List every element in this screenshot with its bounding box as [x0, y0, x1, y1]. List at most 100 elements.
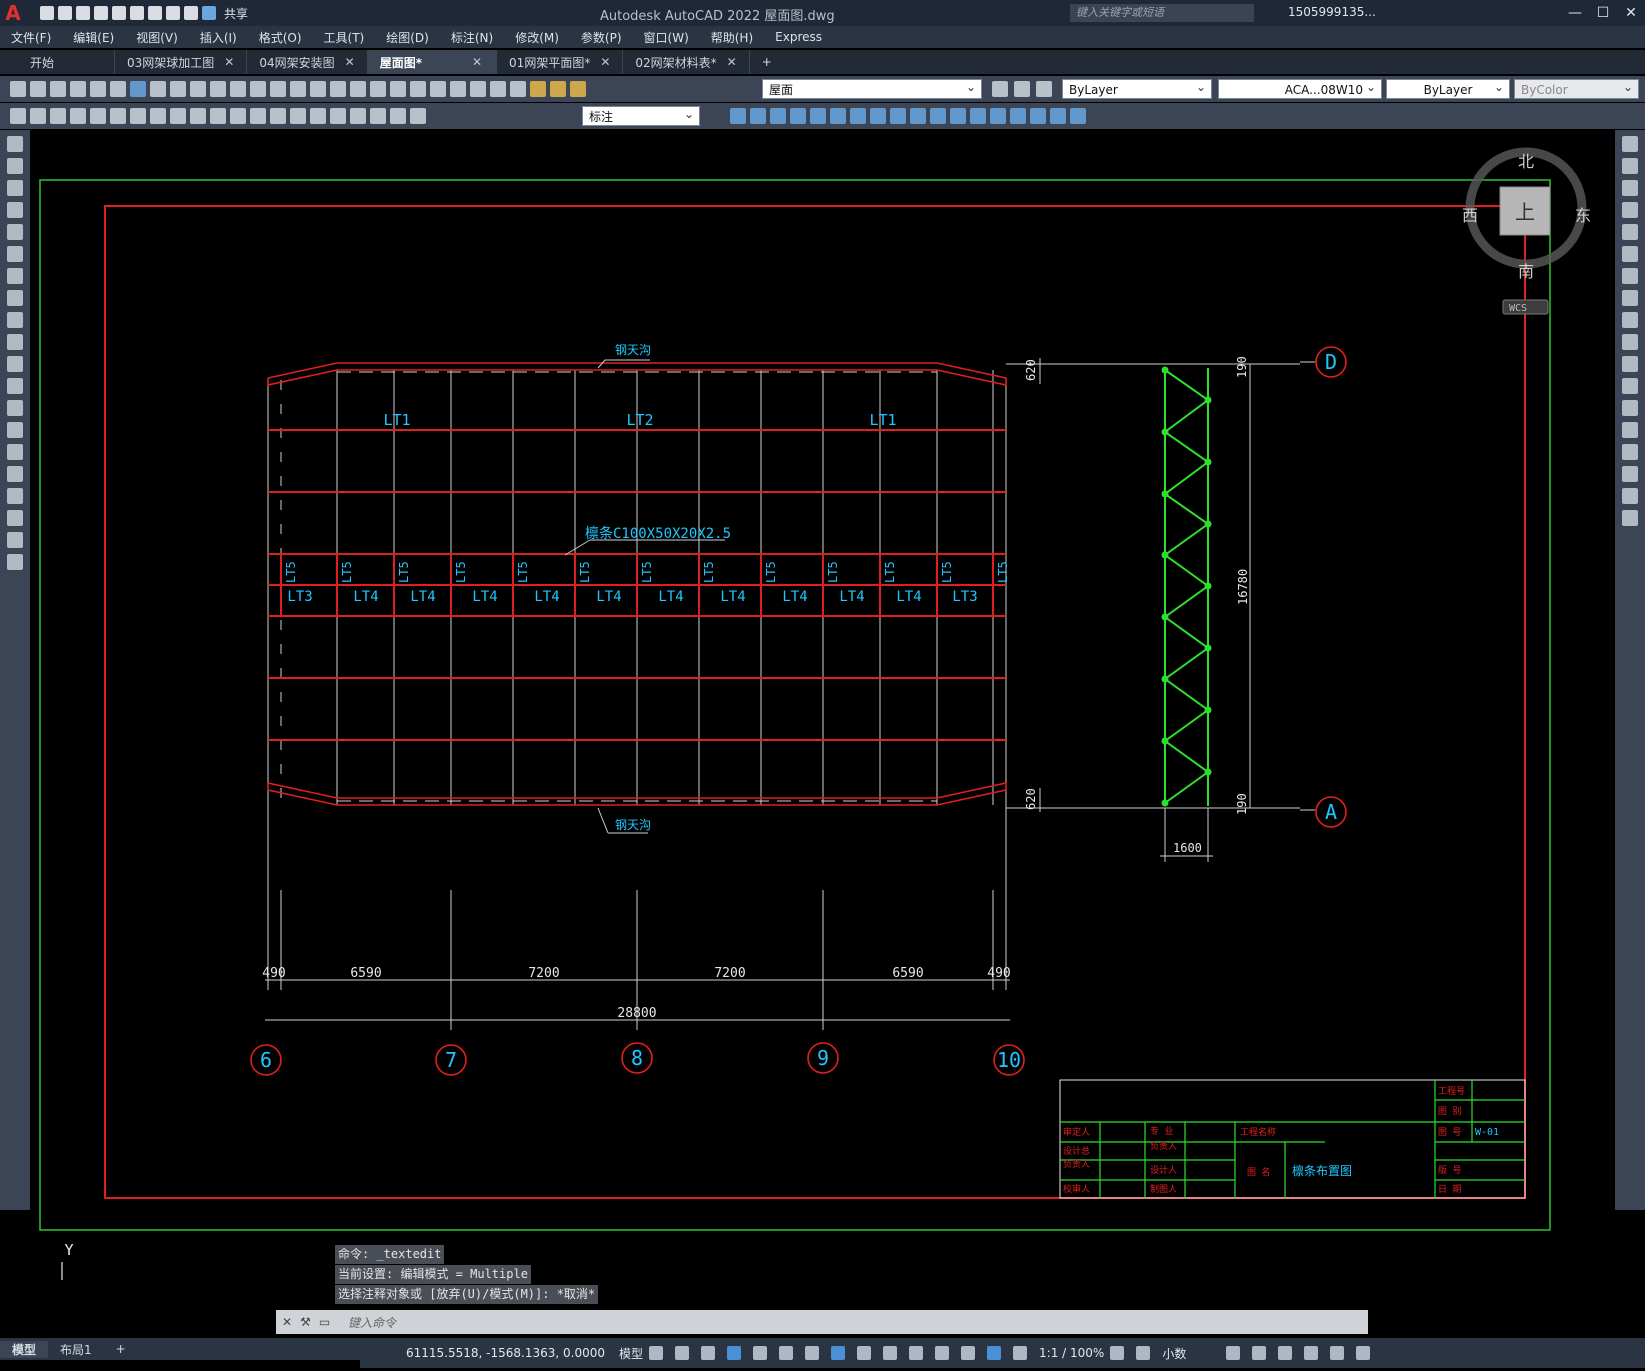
- baseline-icon[interactable]: [190, 108, 206, 124]
- web-open-icon[interactable]: [112, 6, 126, 20]
- isolate-icon[interactable]: [1278, 1346, 1293, 1360]
- dim-space-icon[interactable]: [230, 108, 246, 124]
- trim-icon[interactable]: [910, 108, 926, 124]
- menu-draw[interactable]: 绘图(D): [375, 29, 440, 46]
- polyline-icon[interactable]: [7, 180, 23, 196]
- command-input[interactable]: 键入命令: [348, 1314, 396, 1331]
- graphics-perf-icon[interactable]: [1304, 1346, 1319, 1360]
- align-icon[interactable]: [1070, 108, 1086, 124]
- gradient-icon[interactable]: [7, 466, 23, 482]
- menu-express[interactable]: Express: [764, 30, 833, 44]
- publish-icon[interactable]: [110, 81, 126, 97]
- cut-icon[interactable]: [150, 81, 166, 97]
- save-icon[interactable]: [50, 81, 66, 97]
- diameter-icon[interactable]: [130, 108, 146, 124]
- close-icon[interactable]: ✕: [282, 1315, 292, 1329]
- quick-dim-icon[interactable]: [170, 108, 186, 124]
- open-icon[interactable]: [58, 6, 72, 20]
- rotate-icon[interactable]: [1622, 268, 1638, 284]
- tab-model[interactable]: 模型: [0, 1340, 49, 1358]
- zoom-realtime-icon[interactable]: [310, 81, 326, 97]
- join-icon[interactable]: [1622, 422, 1638, 438]
- rectangle-icon[interactable]: [7, 224, 23, 240]
- layer-lock-icon[interactable]: [570, 81, 586, 97]
- close-tab-icon[interactable]: ✕: [472, 55, 482, 69]
- offset-icon[interactable]: [1622, 202, 1638, 218]
- plot-icon[interactable]: [148, 6, 162, 20]
- plot-icon[interactable]: [70, 81, 86, 97]
- explode-icon[interactable]: [1030, 108, 1046, 124]
- ellipse-arc-icon[interactable]: [7, 356, 23, 372]
- make-block-icon[interactable]: [7, 400, 23, 416]
- erase-icon[interactable]: [1622, 136, 1638, 152]
- close-tab-icon[interactable]: ✕: [727, 55, 737, 69]
- wrench-icon[interactable]: ⚒: [300, 1315, 311, 1329]
- user-account[interactable]: 1505999135...: [1288, 5, 1376, 19]
- copy-icon[interactable]: [170, 81, 186, 97]
- web-save-icon[interactable]: [130, 6, 144, 20]
- fillet-icon[interactable]: [1010, 108, 1026, 124]
- mirror-icon[interactable]: [1622, 180, 1638, 196]
- menu-view[interactable]: 视图(V): [125, 29, 189, 46]
- menu-tools[interactable]: 工具(T): [313, 29, 376, 46]
- make-current-icon[interactable]: [992, 81, 1008, 97]
- search-input[interactable]: 键入关键字或短语: [1070, 4, 1254, 22]
- inspect-icon[interactable]: [310, 108, 326, 124]
- text-icon[interactable]: [7, 532, 23, 548]
- blend-curves-icon[interactable]: [1622, 488, 1638, 504]
- clean-screen-icon[interactable]: [1330, 1346, 1345, 1360]
- menu-file[interactable]: 文件(F): [0, 29, 62, 46]
- annotation-scale[interactable]: 1:1 / 100%: [1039, 1346, 1104, 1360]
- table-icon[interactable]: [7, 510, 23, 526]
- prompt-icon[interactable]: ▭: [319, 1315, 330, 1329]
- isodraft-icon[interactable]: [779, 1346, 794, 1360]
- explode-icon[interactable]: [1622, 510, 1638, 526]
- close-icon[interactable]: ✕: [1617, 0, 1645, 26]
- polar-icon[interactable]: [753, 1346, 768, 1360]
- block-editor-icon[interactable]: [230, 81, 246, 97]
- linear-dim-icon[interactable]: [10, 108, 26, 124]
- layer-states-icon[interactable]: [1036, 81, 1052, 97]
- quick-props-icon[interactable]: [1226, 1346, 1241, 1360]
- dim-update-icon[interactable]: [390, 108, 406, 124]
- rotate-icon[interactable]: [850, 108, 866, 124]
- dim-text-edit-icon[interactable]: [370, 108, 386, 124]
- match-prop-icon[interactable]: [210, 81, 226, 97]
- annotation-visibility-icon[interactable]: [987, 1346, 1002, 1360]
- continue-icon[interactable]: [210, 108, 226, 124]
- layer-on-icon[interactable]: [530, 81, 546, 97]
- sheet-set-icon[interactable]: [430, 81, 446, 97]
- scale-icon[interactable]: [870, 108, 886, 124]
- maximize-icon[interactable]: ☐: [1589, 0, 1617, 26]
- share-button[interactable]: 共享: [224, 5, 248, 22]
- array-icon[interactable]: [1622, 224, 1638, 240]
- 3d-osnap-icon[interactable]: [935, 1346, 950, 1360]
- auto-scale-icon[interactable]: [1013, 1346, 1028, 1360]
- break-at-point-icon[interactable]: [1622, 378, 1638, 394]
- coordinates-readout[interactable]: 61115.5518, -1568.1363, 0.0000: [406, 1346, 605, 1360]
- grid-icon[interactable]: [649, 1346, 664, 1360]
- layer-previous-icon[interactable]: [1014, 81, 1030, 97]
- tab-file[interactable]: 02网架材料表* ✕: [623, 50, 750, 74]
- arc-length-icon[interactable]: [50, 108, 66, 124]
- line-icon[interactable]: [7, 136, 23, 152]
- jogged-icon[interactable]: [110, 108, 126, 124]
- dimstyle-dropdown[interactable]: 标注: [582, 104, 700, 126]
- zoom-previous-icon[interactable]: [350, 81, 366, 97]
- new-tab-button[interactable]: +: [750, 50, 784, 74]
- break-icon[interactable]: [950, 108, 966, 124]
- center-mark-icon[interactable]: [290, 108, 306, 124]
- chamfer-icon[interactable]: [1622, 444, 1638, 460]
- app-logo[interactable]: A: [0, 0, 26, 26]
- properties-icon[interactable]: [370, 81, 386, 97]
- erase-icon[interactable]: [730, 108, 746, 124]
- stretch-icon[interactable]: [890, 108, 906, 124]
- construction-line-icon[interactable]: [7, 158, 23, 174]
- undo-icon[interactable]: [250, 81, 266, 97]
- layer-props-icon[interactable]: [510, 81, 526, 97]
- polygon-icon[interactable]: [7, 202, 23, 218]
- dim-style-icon[interactable]: [410, 108, 426, 124]
- undo-icon[interactable]: [166, 6, 180, 20]
- menu-format[interactable]: 格式(O): [248, 29, 313, 46]
- plotstyle-dropdown[interactable]: ByColor: [1514, 77, 1639, 99]
